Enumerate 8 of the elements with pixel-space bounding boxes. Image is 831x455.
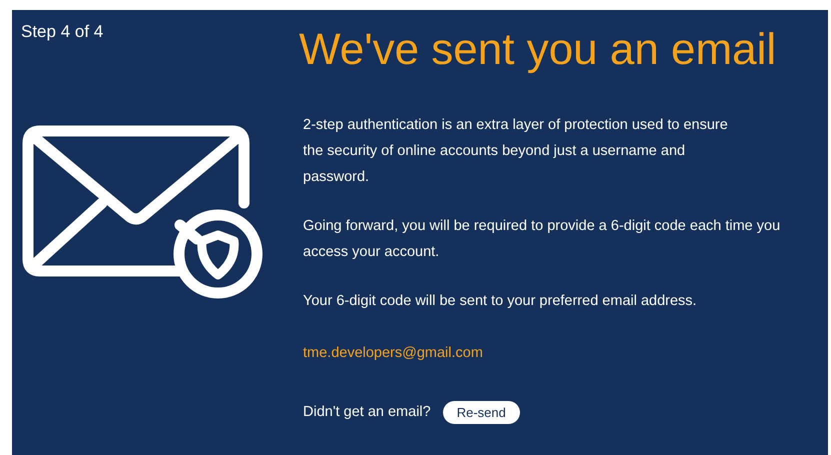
step-label: Step 4 of 4: [21, 21, 104, 43]
email-address: tme.developers@gmail.com: [303, 344, 483, 363]
page-title: We've sent you an email: [299, 24, 776, 76]
info-paragraph: 2-step authentication is an extra layer of protection used to ensure the security of online accounts beyond just a username and password.: [303, 116, 729, 187]
resend-prompt: Didn't get an email?: [303, 402, 431, 422]
info-paragraph: Going forward, you will be required to provide a 6-digit code each time you access your account.: [303, 217, 782, 262]
info-paragraph: Your 6-digit code will be sent to your preferred email address.: [303, 292, 698, 311]
resend-button[interactable]: Re-send: [442, 400, 520, 424]
